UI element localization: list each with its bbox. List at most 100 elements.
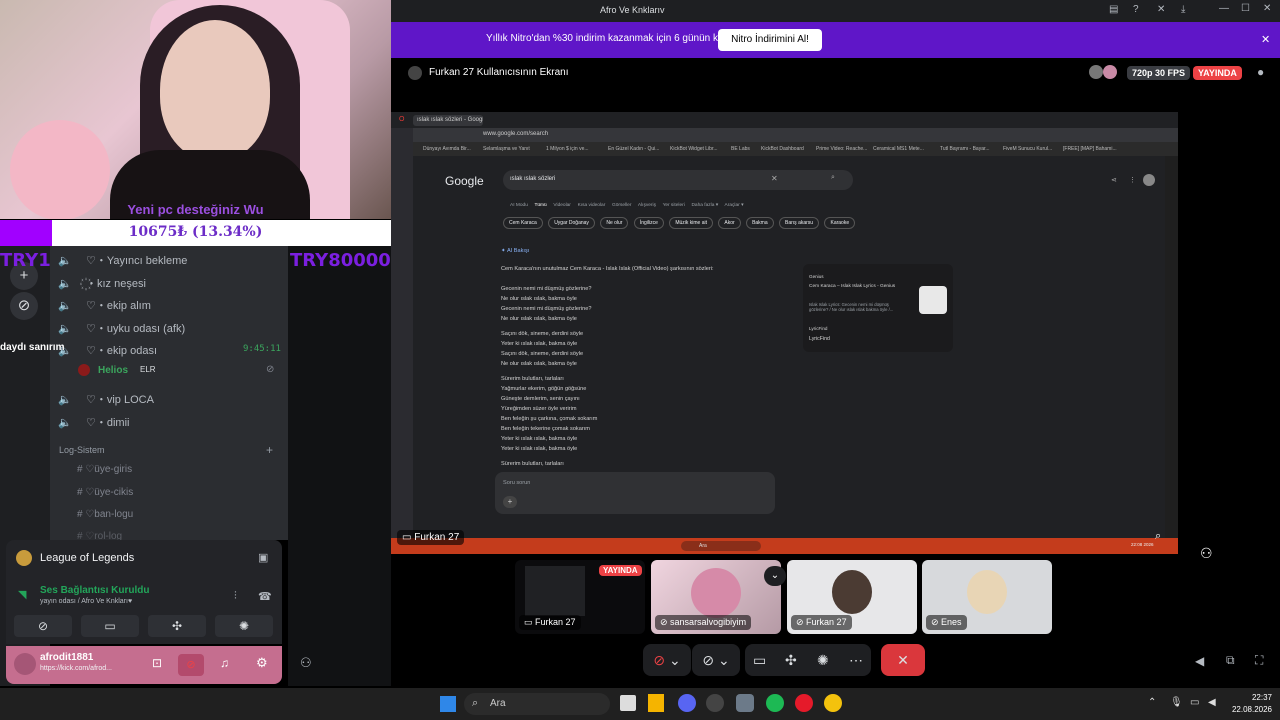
bookmark-item[interactable]: KickBot Dashboard — [761, 146, 804, 152]
voice-member-name[interactable]: Helios — [98, 365, 128, 376]
bookmark-item[interactable]: KickBot Widget Libr... — [670, 146, 718, 152]
bookmark-item[interactable]: En Güzel Kadın - Qui... — [608, 146, 659, 152]
spotify-icon[interactable] — [766, 694, 784, 712]
channel-item[interactable]: 🔈 ♡・ekip odası — [58, 342, 157, 358]
bookmark-item[interactable]: Prime Video: Reache... — [816, 146, 867, 152]
file-explorer-icon[interactable] — [648, 694, 664, 712]
chip[interactable]: Uygar Doğanay — [548, 217, 595, 229]
share-icon[interactable]: ⋖ — [1111, 176, 1117, 184]
search-tab[interactable]: Yer siteleri — [663, 203, 685, 208]
minimize-icon[interactable]: — — [1219, 3, 1229, 14]
collapse-participants-icon[interactable]: ⚇ — [1200, 545, 1213, 562]
search-icon[interactable]: ⌕ — [831, 174, 835, 182]
chip[interactable]: Cem Karaca — [503, 217, 543, 229]
participant-tile[interactable]: YAYINDA ▭ Furkan 27 — [515, 560, 645, 634]
channel-item[interactable]: # ♡ban-logu — [77, 509, 133, 520]
bookmark-item[interactable]: BE Labs — [731, 146, 750, 152]
category-header[interactable]: Log-Sistem — [59, 445, 105, 455]
invite-user-icon[interactable]: ⚇ — [300, 655, 312, 671]
gamepad-icon[interactable]: ⊡ — [152, 656, 162, 670]
mic-toggle-button[interactable]: ⊘ ⌄ — [643, 644, 691, 676]
settings-gear-icon[interactable]: ⚙ — [256, 655, 268, 671]
volume-icon[interactable]: ◀ — [1208, 697, 1216, 708]
bookmark-item[interactable]: Dünyayı Avımda Bir... — [423, 146, 471, 152]
ask-box[interactable]: Soru sorun + — [495, 472, 775, 514]
channel-item[interactable]: 🔈 ♡・Yayıncı bekleme — [58, 252, 187, 268]
noise-icon[interactable]: ⫶ — [234, 590, 237, 603]
popout-icon[interactable]: ⧉ — [1226, 653, 1235, 668]
volume-icon[interactable]: ◀ — [1195, 654, 1204, 668]
opera-icon[interactable] — [795, 694, 813, 712]
network-icon[interactable]: ▭ — [1190, 697, 1199, 708]
nitro-button[interactable]: Nitro İndirimini Al! — [718, 29, 822, 51]
leave-call-button[interactable]: ✕ — [881, 644, 925, 676]
chip[interactable]: Akor — [718, 217, 741, 229]
settings-icon[interactable] — [736, 694, 754, 712]
chevron-down-icon[interactable]: ⌄ — [764, 566, 786, 586]
close-icon[interactable]: ✕ — [1263, 3, 1271, 14]
voice-room[interactable]: yayın odası / Afro Ve Knkları♥ — [40, 598, 132, 605]
search-tab[interactable]: Tümü — [534, 203, 546, 208]
browser-tab[interactable]: ıslak ıslak sözleri - Google — [413, 115, 483, 126]
apps-icon[interactable]: ⋮ — [1129, 176, 1136, 184]
close-banner-icon[interactable]: ✕ — [1261, 33, 1270, 46]
zoom-icon[interactable]: ⌕ — [1155, 530, 1161, 543]
google-search-box[interactable]: ıslak ıslak sözleri ✕ ⌕ — [503, 170, 853, 190]
bookmark-item[interactable]: FiveM Sunucu Kurul... — [1003, 146, 1052, 152]
disconnect-icon[interactable]: ☎ — [258, 590, 272, 603]
add-channel-icon[interactable]: + — [266, 443, 273, 457]
windows-start-icon[interactable] — [440, 696, 456, 712]
bookmark-item[interactable]: Ceramical MS1 Mete... — [873, 146, 924, 152]
chip[interactable]: İngilizce — [633, 217, 664, 229]
channel-item[interactable]: # ♡üye-giris — [77, 464, 132, 475]
mic-icon[interactable]: 🎙 — [1170, 697, 1183, 708]
mute-mic-icon[interactable]: ⊘ — [178, 654, 204, 676]
add-icon[interactable]: + — [503, 496, 517, 508]
discord-icon[interactable] — [678, 694, 696, 712]
search-tab[interactable]: Videolar — [553, 203, 571, 208]
activity-share-icon[interactable]: ▣ — [258, 551, 268, 564]
chrome-icon[interactable] — [824, 694, 842, 712]
app-icon[interactable] — [706, 694, 724, 712]
chip[interactable]: Müzik kime ait — [669, 217, 713, 229]
channel-item[interactable]: 🔈 ♡・uyku odası (afk) — [58, 320, 185, 336]
search-tab[interactable]: Daha fazla ▾ — [691, 203, 718, 208]
headset-icon[interactable]: ♫ — [220, 656, 229, 670]
search-tab[interactable]: Araçlar ▾ — [725, 203, 744, 208]
channel-item[interactable]: 🔈 ♡・vip LOCA — [58, 391, 154, 407]
explore-icon[interactable]: ⊘ — [10, 292, 38, 320]
clear-icon[interactable]: ✕ — [771, 174, 778, 183]
bookmark-item[interactable]: Tutl Bayramı - Bayar... — [940, 146, 990, 152]
participant-tile[interactable]: ⊘ Enes — [922, 560, 1052, 634]
bookmark-item[interactable]: Selamlaşma ve Yanıt — [483, 146, 530, 152]
channel-item[interactable]: 🔈 ♡・dimii — [58, 414, 129, 430]
tray-chevron-icon[interactable]: ⌃ — [1148, 697, 1156, 708]
soundboard-icon[interactable]: ✺ — [817, 644, 829, 676]
more-icon[interactable]: ⋯ — [849, 644, 863, 676]
activities-icon[interactable]: ✣ — [785, 644, 797, 676]
channel-item[interactable]: 🔈꙰・kız neşesi — [58, 275, 146, 291]
voice-status[interactable]: Ses Bağlantısı Kuruldu — [40, 585, 149, 596]
chip[interactable]: Ne olur — [600, 217, 629, 229]
participant-tile[interactable]: ⊘ Furkan 27 — [787, 560, 917, 634]
chat-icon[interactable]: ● — [1257, 65, 1264, 79]
shared-screen[interactable]: O ıslak ıslak sözleri - Google www.googl… — [391, 112, 1178, 554]
activities-button[interactable]: ✣ — [148, 615, 206, 637]
download-icon[interactable]: ⤓ — [1181, 4, 1185, 15]
channel-item[interactable]: # ♡üye-cikis — [77, 487, 133, 498]
bookmark-item[interactable]: 1 Milyon $ için ve... — [546, 146, 589, 152]
soundboard-button[interactable]: ✺ — [215, 615, 273, 637]
search-tab[interactable]: AI Modu — [510, 203, 528, 208]
taskview-icon[interactable] — [620, 695, 636, 711]
inbox-icon[interactable]: ▤ — [1109, 4, 1118, 15]
os-search[interactable]: ⌕ Ara — [464, 693, 610, 715]
os-date[interactable]: 22.08.2026 — [1222, 705, 1272, 714]
search-tab[interactable]: Alışveriş — [638, 203, 656, 208]
url-text[interactable]: www.google.com/search — [483, 131, 548, 137]
bookmark-item[interactable]: [FREE] [MAP] Bahami... — [1063, 146, 1117, 152]
camera-toggle-button[interactable]: ⊘ ⌄ — [692, 644, 740, 676]
os-time[interactable]: 22:37 — [1230, 693, 1272, 702]
fullscreen-icon[interactable]: ⛶ — [1255, 653, 1263, 668]
search-tab[interactable]: Görseller — [612, 203, 631, 208]
source-card[interactable]: Genius Cem Karaca – Islak Islak Lyrics -… — [803, 264, 953, 352]
